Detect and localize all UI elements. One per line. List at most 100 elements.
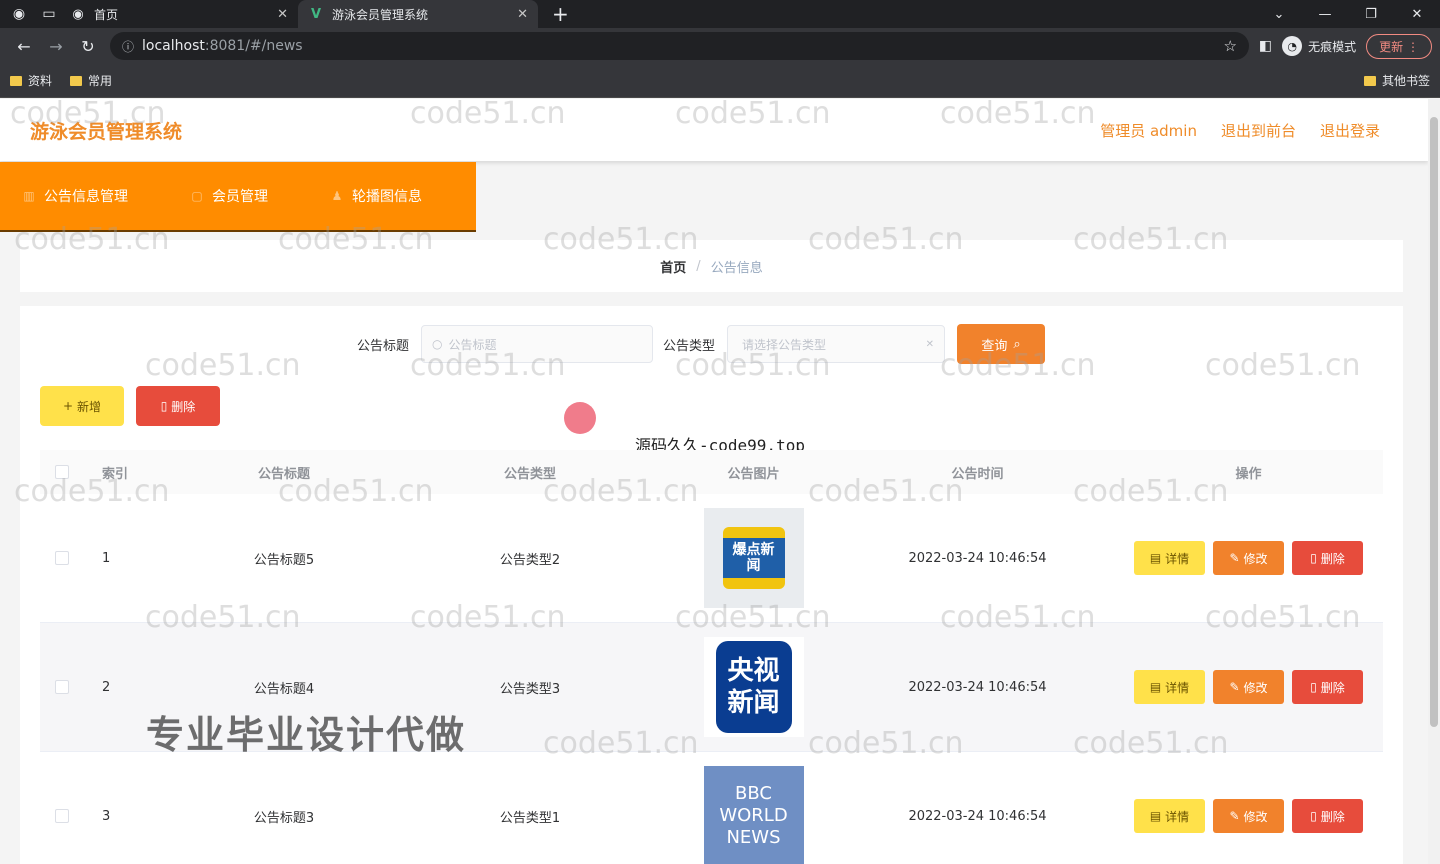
update-button[interactable]: 更新 ⋮ <box>1366 33 1432 59</box>
row-checkbox[interactable] <box>55 551 69 565</box>
col-time: 公告时间 <box>951 466 1004 482</box>
edit-label: 修改 <box>1243 809 1268 824</box>
browser-menu-icon[interactable]: ◉ <box>8 0 30 28</box>
clear-icon[interactable]: ✕ <box>926 339 934 350</box>
browser-tab-app[interactable]: V 游泳会员管理系统 ✕ <box>298 0 538 28</box>
cell-time: 2022-03-24 10:46:54 <box>908 550 1047 566</box>
breadcrumb-home[interactable]: 首页 <box>660 257 686 276</box>
cell-type: 公告类型1 <box>499 810 561 826</box>
sidebar-icon[interactable]: ◧ <box>1259 38 1272 54</box>
update-label: 更新 <box>1379 39 1404 54</box>
type-select-placeholder: 请选择公告类型 <box>742 337 827 352</box>
bookmarks-bar: 资料 常用 其他书签 <box>0 64 1440 98</box>
vue-icon: V <box>310 6 322 22</box>
reload-icon[interactable]: ↻ <box>72 37 104 56</box>
trash-icon: ▯ <box>1310 809 1317 823</box>
info-icon[interactable]: ⓘ <box>122 38 134 55</box>
trash-icon: ▯ <box>1310 680 1317 694</box>
edit-button[interactable]: ✎ 修改 <box>1213 799 1284 833</box>
bookmark-folder[interactable]: 常用 <box>70 72 112 89</box>
scrollbar-thumb[interactable] <box>1430 117 1438 727</box>
delete-label: 删除 <box>1320 680 1345 695</box>
bookmark-folder[interactable]: 资料 <box>10 72 52 89</box>
tab-list-icon[interactable]: ⌄ <box>1256 7 1302 22</box>
forward-icon[interactable]: → <box>40 37 72 56</box>
menu-item-notice[interactable]: ▥ 公告信息管理 <box>22 186 128 206</box>
main-content: 公告标题 ○ 公告标题 公告类型 请选择公告类型 ✕ 查询 ⌕ + 新增 ▯ 删… <box>20 306 1403 864</box>
back-icon[interactable]: ← <box>8 37 40 56</box>
detail-label: 详情 <box>1165 680 1190 695</box>
browser-tab-home[interactable]: ◉ 首页 ✕ <box>60 0 298 28</box>
detail-button[interactable]: ▤ 详情 <box>1134 799 1205 833</box>
delete-button[interactable]: ▯ 删除 <box>1292 541 1363 575</box>
delete-label: 删除 <box>1320 551 1345 566</box>
doc-icon: ▤ <box>1149 680 1162 694</box>
menu-label: 会员管理 <box>212 189 268 205</box>
cell-type: 公告类型3 <box>499 681 561 697</box>
table-header: 索引 公告标题 公告类型 公告图片 公告时间 操作 <box>40 450 1383 494</box>
pencil-icon: ✎ <box>1229 809 1240 823</box>
admin-user-link[interactable]: 管理员 admin <box>1100 120 1197 141</box>
title-input-placeholder: 公告标题 <box>448 337 497 352</box>
image-text: 央视新闻 <box>715 641 792 733</box>
col-actions: 操作 <box>1235 466 1262 482</box>
logout-link[interactable]: 退出登录 <box>1320 120 1380 141</box>
menu-label: 轮播图信息 <box>352 189 422 205</box>
search-icon: ⌕ <box>1013 336 1021 352</box>
close-window-icon[interactable]: ✕ <box>1394 7 1440 22</box>
menu-item-members[interactable]: ▢ 会员管理 <box>190 186 268 206</box>
url-path: :8081/#/news <box>204 38 303 54</box>
minimize-icon[interactable]: — <box>1302 7 1348 22</box>
cursor-highlight <box>564 402 596 434</box>
notice-image[interactable]: 央视新闻 <box>703 637 804 737</box>
notice-image[interactable]: 爆点新闻 <box>703 508 804 608</box>
cell-index: 3 <box>102 808 111 824</box>
restore-icon[interactable]: ❐ <box>1348 7 1394 22</box>
select-all-checkbox[interactable] <box>55 465 69 479</box>
type-filter-label: 公告类型 <box>663 338 716 354</box>
add-button[interactable]: + 新增 <box>40 386 124 426</box>
new-tab-button[interactable]: + <box>552 0 569 28</box>
tab-title: 首页 <box>94 7 119 22</box>
query-button[interactable]: 查询 ⌕ <box>957 324 1046 364</box>
close-icon[interactable]: ✕ <box>277 7 288 22</box>
detail-button[interactable]: ▤ 详情 <box>1134 541 1205 575</box>
close-icon[interactable]: ✕ <box>517 7 528 22</box>
cell-type: 公告类型2 <box>499 552 561 568</box>
menu-item-carousel[interactable]: ♟ 轮播图信息 <box>330 186 422 206</box>
row-checkbox[interactable] <box>55 680 69 694</box>
delete-button[interactable]: ▯ 删除 <box>1292 670 1363 704</box>
exit-to-front-link[interactable]: 退出到前台 <box>1221 120 1296 141</box>
col-index: 索引 <box>102 466 129 482</box>
edit-button[interactable]: ✎ 修改 <box>1213 541 1284 575</box>
search-icon: ○ <box>432 337 443 351</box>
notice-image[interactable]: BBC WORLD NEWS <box>703 766 804 864</box>
cell-index: 1 <box>102 550 111 566</box>
doc-icon: ▤ <box>1149 551 1162 565</box>
other-bookmarks[interactable]: 其他书签 <box>1363 72 1430 89</box>
incognito-indicator[interactable]: ◔ 无痕模式 <box>1282 36 1356 56</box>
edit-label: 修改 <box>1243 680 1268 695</box>
image-text: BBC WORLD NEWS <box>719 783 788 848</box>
type-select[interactable]: 请选择公告类型 ✕ <box>727 325 946 363</box>
row-checkbox[interactable] <box>55 809 69 823</box>
address-bar[interactable]: ⓘ localhost:8081/#/news ☆ <box>110 32 1249 60</box>
globe-icon: ◉ <box>72 6 84 22</box>
member-icon: ▢ <box>191 189 203 203</box>
cell-title: 公告标题5 <box>253 552 315 568</box>
page-scrollbar[interactable] <box>1428 99 1440 864</box>
bookmark-star-icon[interactable]: ☆ <box>1223 37 1236 55</box>
delete-button[interactable]: ▯ 删除 <box>1292 799 1363 833</box>
title-search-input[interactable]: ○ 公告标题 <box>421 325 654 363</box>
add-label: 新增 <box>77 399 102 414</box>
image-text: 爆点新闻 <box>722 538 785 578</box>
tab-title: 游泳会员管理系统 <box>332 7 429 22</box>
delete-label: 删除 <box>1320 809 1345 824</box>
tab-search-icon[interactable]: ▭ <box>38 0 60 28</box>
col-title: 公告标题 <box>257 466 310 482</box>
batch-delete-button[interactable]: ▯ 删除 <box>136 386 220 426</box>
breadcrumb-separator: / <box>696 258 701 274</box>
table-row: 1 公告标题5 公告类型2 爆点新闻 2022-03-24 10:46:54 ▤… <box>40 494 1383 623</box>
detail-button[interactable]: ▤ 详情 <box>1134 670 1205 704</box>
edit-button[interactable]: ✎ 修改 <box>1213 670 1284 704</box>
